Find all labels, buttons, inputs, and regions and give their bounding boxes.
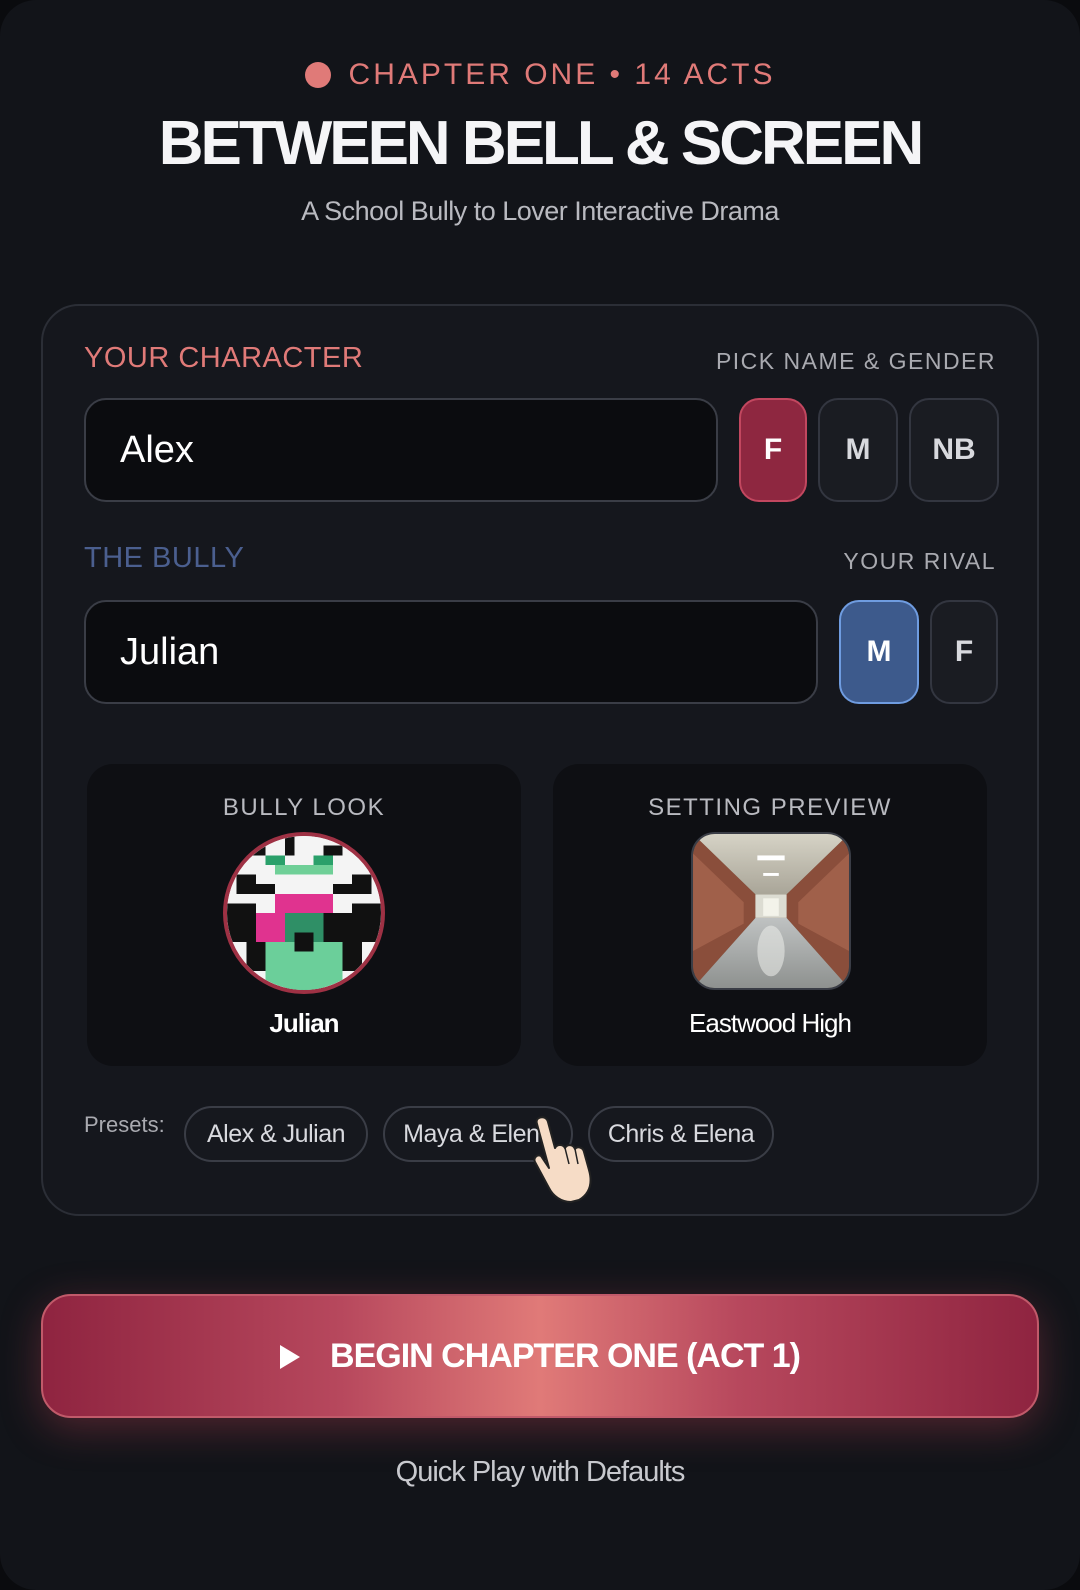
- pixel-portrait-icon: [227, 836, 381, 990]
- character-gender-m-button[interactable]: M: [818, 398, 898, 502]
- presets-label: Presets:: [84, 1112, 165, 1137]
- school-hallway-icon: [693, 834, 849, 988]
- bully-avatar: [223, 832, 385, 994]
- quick-play-link[interactable]: Quick Play with Defaults: [0, 1456, 1080, 1489]
- game-subtitle: A School Bully to Lover Interactive Dram…: [301, 196, 779, 226]
- bully-look-label: BULLY LOOK: [222, 794, 386, 821]
- setup-panel: YOUR CHARACTER PICK NAME & GENDER F M NB…: [41, 304, 1039, 1216]
- bully-name-input[interactable]: [84, 600, 818, 704]
- bully-gender-m-button[interactable]: M: [839, 600, 919, 704]
- your-character-hint: PICK NAME & GENDER: [715, 348, 996, 374]
- begin-chapter-button[interactable]: BEGIN CHAPTER ONE (ACT 1): [41, 1294, 1039, 1418]
- your-rival-hint: YOUR RIVAL: [843, 548, 996, 574]
- setting-preview-card[interactable]: SETTING PREVIEW Eastwood High: [553, 764, 987, 1066]
- preset-chris-elena-chip[interactable]: Chris & Elena: [588, 1106, 774, 1162]
- bully-look-card[interactable]: BULLY LOOK Julian: [87, 764, 521, 1066]
- game-title: BETWEEN BELL & SCREEN: [158, 109, 925, 178]
- your-character-label: YOUR CHARACTER: [84, 342, 364, 374]
- pointer-hand-icon: [533, 1116, 592, 1203]
- chapter-kicker: CHAPTER ONE • 14 ACTS: [0, 58, 1080, 92]
- play-icon: [280, 1345, 301, 1369]
- character-gender-nb-button[interactable]: NB: [909, 398, 999, 502]
- chapter-kicker-text: CHAPTER ONE • 14 ACTS: [348, 58, 776, 91]
- the-bully-label: THE BULLY: [84, 542, 245, 574]
- character-gender-f-button[interactable]: F: [739, 398, 807, 502]
- setting-preview-name: Eastwood High: [689, 1008, 852, 1038]
- preset-alex-julian-chip[interactable]: Alex & Julian: [184, 1106, 368, 1162]
- status-dot-icon: [304, 62, 331, 88]
- character-name-input[interactable]: [84, 398, 718, 502]
- begin-chapter-label: BEGIN CHAPTER ONE (ACT 1): [330, 1337, 801, 1375]
- hallway-image: [691, 832, 851, 990]
- app-window: CHAPTER ONE • 14 ACTS BETWEEN BELL & SCR…: [0, 0, 1080, 1590]
- bully-gender-f-button[interactable]: F: [930, 600, 998, 704]
- bully-look-name: Julian: [269, 1008, 339, 1038]
- setting-preview-label: SETTING PREVIEW: [648, 794, 892, 821]
